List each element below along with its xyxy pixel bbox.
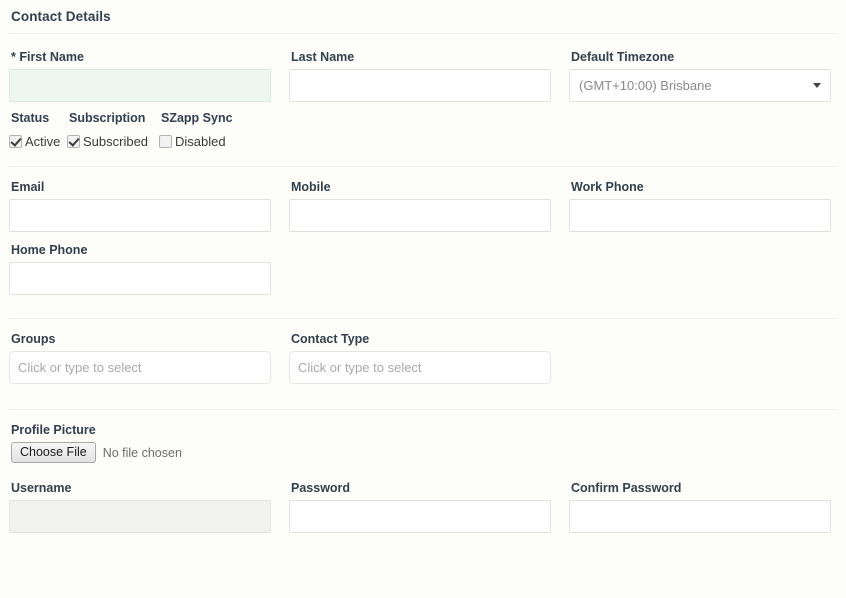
home-phone-field-group: Home Phone [9, 243, 289, 295]
first-name-input[interactable] [9, 69, 271, 102]
confirm-password-label: Confirm Password [571, 481, 682, 495]
username-input[interactable] [9, 500, 271, 533]
home-phone-row: Home Phone [9, 232, 837, 295]
home-phone-input[interactable] [9, 262, 271, 295]
contact-type-field-group: Contact Type [289, 332, 569, 384]
checkmark-icon [9, 135, 22, 148]
choose-file-button[interactable]: Choose File [11, 442, 96, 463]
groups-input[interactable] [9, 351, 271, 384]
subscription-heading: Subscription [69, 111, 146, 125]
home-phone-label: Home Phone [11, 243, 88, 257]
profile-picture-file-input[interactable]: Choose File No file chosen [9, 442, 837, 463]
toggle-headings-row: Status Subscription SZapp Sync [9, 102, 837, 125]
confirm-password-input[interactable] [569, 500, 831, 533]
status-active-checkbox[interactable]: Active [9, 134, 67, 149]
page-title: Contact Details [11, 9, 111, 24]
password-field-group: Password [289, 481, 569, 533]
timezone-label: Default Timezone [571, 50, 675, 64]
status-heading: Status [11, 111, 50, 125]
confirm-password-field-group: Confirm Password [569, 481, 846, 533]
contact-row: Email Mobile Work Phone [9, 167, 837, 232]
first-name-label: * First Name [11, 50, 84, 64]
email-field-group: Email [9, 180, 289, 232]
status-active-label: Active [25, 134, 61, 149]
password-label: Password [291, 481, 351, 495]
last-name-field-group: Last Name [289, 50, 569, 102]
file-status-text: No file chosen [102, 445, 182, 460]
szapp-sync-disabled-label: Disabled [175, 134, 226, 149]
username-field-group: Username [9, 481, 289, 533]
contact-details-form: Contact Details * First Name Last Name D… [0, 0, 846, 598]
profile-picture-group: Profile Picture Choose File No file chos… [9, 410, 837, 463]
email-input[interactable] [9, 199, 271, 232]
timezone-select[interactable]: (GMT+10:00) Brisbane [569, 69, 831, 102]
subscription-subscribed-checkbox[interactable]: Subscribed [67, 134, 159, 149]
email-label: Email [11, 180, 45, 194]
tags-row: Groups Contact Type [9, 319, 837, 384]
szapp-sync-disabled-checkbox[interactable]: Disabled [159, 134, 249, 149]
subscription-subscribed-label: Subscribed [83, 134, 149, 149]
groups-label: Groups [11, 332, 56, 346]
mobile-input[interactable] [289, 199, 551, 232]
empty-checkbox-icon [159, 135, 172, 148]
timezone-field-group: Default Timezone (GMT+10:00) Brisbane [569, 50, 846, 102]
work-phone-input[interactable] [569, 199, 831, 232]
last-name-input[interactable] [289, 69, 551, 102]
credentials-row: Username Password Confirm Password [9, 463, 837, 533]
groups-field-group: Groups [9, 332, 289, 384]
timezone-selected-value: (GMT+10:00) Brisbane [569, 69, 831, 102]
work-phone-field-group: Work Phone [569, 180, 846, 232]
checkmark-icon [67, 135, 80, 148]
work-phone-label: Work Phone [571, 180, 644, 194]
toggle-options-row: Active Subscribed Disabled [9, 125, 837, 149]
mobile-label: Mobile [291, 180, 331, 194]
last-name-label: Last Name [291, 50, 355, 64]
name-row: * First Name Last Name Default Timezone … [9, 34, 837, 102]
szapp-sync-heading: SZapp Sync [161, 111, 233, 125]
mobile-field-group: Mobile [289, 180, 569, 232]
password-input[interactable] [289, 500, 551, 533]
profile-picture-label: Profile Picture [11, 423, 96, 437]
contact-type-input[interactable] [289, 351, 551, 384]
contact-type-label: Contact Type [291, 332, 370, 346]
username-label: Username [11, 481, 72, 495]
chevron-down-icon [813, 83, 821, 88]
first-name-field-group: * First Name [9, 50, 289, 102]
